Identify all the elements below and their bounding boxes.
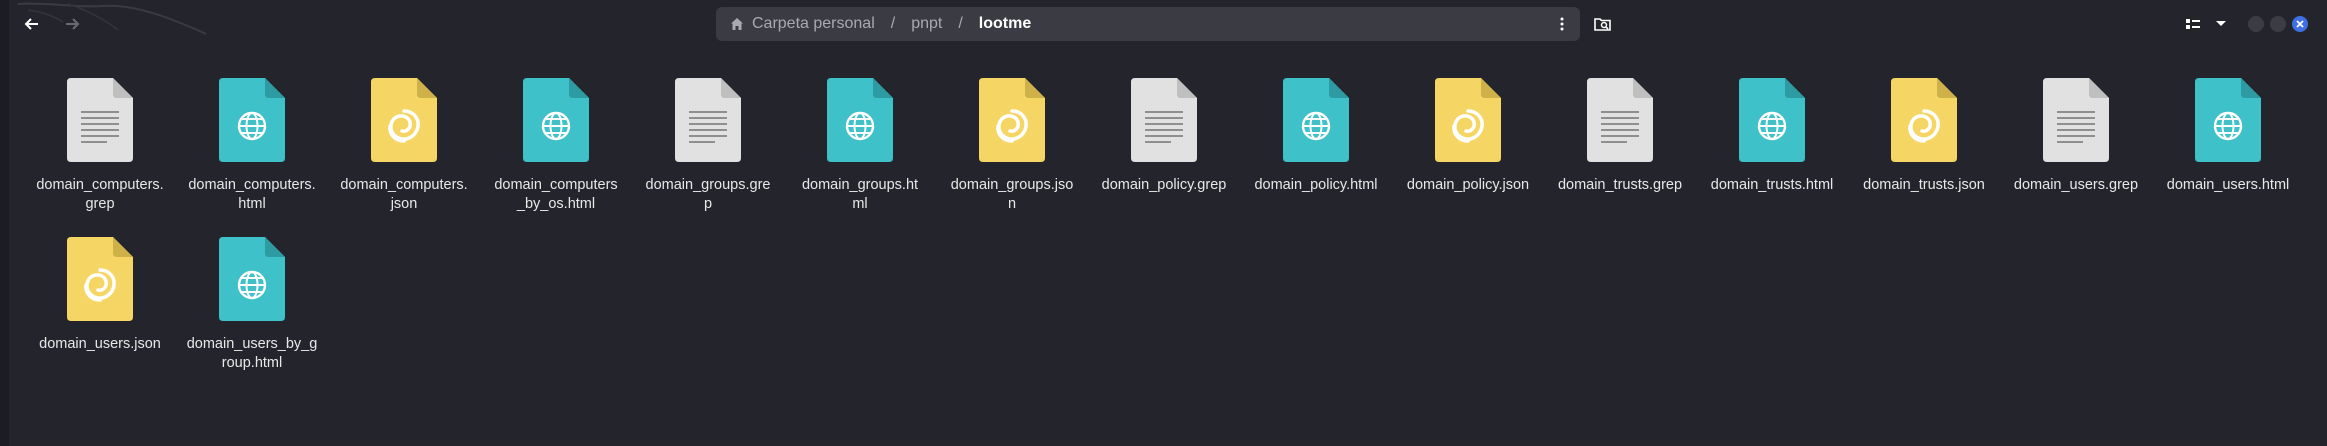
file-name-label: domain_computers. json [340, 177, 468, 212]
file-name-label: domain_users.json [39, 336, 161, 352]
view-mode-button[interactable] [2182, 12, 2204, 36]
file-item[interactable]: domain_computers _by_os.html [481, 78, 631, 214]
forward-button[interactable] [58, 12, 86, 36]
search-button[interactable] [1590, 12, 1616, 36]
view-list-icon [2186, 19, 2200, 29]
back-button[interactable] [18, 12, 46, 36]
file-name-label: domain_trusts.html [1710, 177, 1834, 193]
breadcrumb-separator: / [958, 15, 963, 32]
html-file-icon [2195, 78, 2261, 162]
file-item[interactable]: domain_trusts.grep [1545, 78, 1695, 195]
breadcrumb-separator: / [890, 15, 896, 32]
file-item[interactable]: domain_computers. grep [25, 78, 175, 214]
html-file-icon [1283, 78, 1349, 162]
file-name-label: domain_policy.html [1254, 177, 1378, 193]
maximize-button[interactable] [2270, 16, 2286, 32]
json-file-icon [371, 78, 437, 162]
view-options-dropdown[interactable] [2210, 12, 2232, 36]
text-file-icon [2043, 78, 2109, 162]
file-name-label: domain_computers _by_os.html [494, 177, 618, 212]
json-file-icon [1435, 78, 1501, 162]
html-file-icon [523, 78, 589, 162]
file-name-label: domain_groups.ht ml [801, 177, 919, 212]
file-name-label: domain_users_by_g roup.html [186, 336, 318, 371]
file-item[interactable]: domain_users.json [25, 237, 175, 354]
file-name-label: domain_users.html [2166, 177, 2290, 193]
file-item[interactable]: domain_computers. html [177, 78, 327, 214]
breadcrumb-pnpt[interactable]: pnpt [911, 15, 942, 33]
home-icon[interactable] [730, 17, 744, 31]
file-name-label: domain_policy.json [1406, 177, 1530, 193]
folder-search-icon [1594, 18, 1611, 31]
chevron-down-icon [2216, 21, 2226, 26]
file-name-label: domain_trusts.json [1863, 177, 1985, 193]
arrow-right-icon [66, 18, 80, 30]
file-name-label: domain_users.grep [2013, 177, 2139, 193]
text-file-icon [67, 78, 133, 162]
html-file-icon [219, 78, 285, 162]
file-name-label: domain_computers. html [188, 177, 316, 212]
close-icon [2296, 20, 2304, 28]
file-item[interactable]: domain_trusts.html [1697, 78, 1847, 195]
file-name-label: domain_trusts.grep [1557, 177, 1683, 193]
file-item[interactable]: domain_computers. json [329, 78, 479, 214]
json-file-icon [67, 237, 133, 321]
file-item[interactable]: domain_groups.jso n [937, 78, 1087, 214]
file-item[interactable]: domain_users.html [2153, 78, 2303, 195]
breadcrumb-current[interactable]: lootme [979, 15, 1031, 33]
file-item[interactable]: domain_trusts.json [1849, 78, 1999, 195]
kebab-menu-icon [1560, 17, 1564, 31]
file-item[interactable]: domain_policy.html [1241, 78, 1391, 195]
html-file-icon [827, 78, 893, 162]
file-item[interactable]: domain_policy.grep [1089, 78, 1239, 195]
file-item[interactable]: domain_groups.gre p [633, 78, 783, 214]
file-item[interactable]: domain_groups.ht ml [785, 78, 935, 214]
file-item[interactable]: domain_users.grep [2001, 78, 2151, 195]
breadcrumb-home[interactable]: Carpeta personal [752, 15, 875, 33]
file-name-label: domain_groups.gre p [645, 177, 771, 212]
json-file-icon [1891, 78, 1957, 162]
file-item[interactable]: domain_users_by_g roup.html [177, 237, 327, 373]
path-bar[interactable]: Carpeta personal / pnpt / lootme [716, 7, 1580, 41]
html-file-icon [219, 237, 285, 321]
json-file-icon [979, 78, 1045, 162]
arrow-left-icon [24, 18, 38, 30]
file-item[interactable]: domain_policy.json [1393, 78, 1543, 195]
path-menu-button[interactable] [1552, 14, 1572, 34]
close-button[interactable] [2292, 16, 2308, 32]
html-file-icon [1739, 78, 1805, 162]
text-file-icon [675, 78, 741, 162]
file-name-label: domain_policy.grep [1101, 177, 1227, 193]
text-file-icon [1587, 78, 1653, 162]
window-edge [0, 0, 9, 446]
file-name-label: domain_computers. grep [36, 177, 164, 212]
file-name-label: domain_groups.jso n [950, 177, 1074, 212]
minimize-button[interactable] [2248, 16, 2264, 32]
text-file-icon [1131, 78, 1197, 162]
